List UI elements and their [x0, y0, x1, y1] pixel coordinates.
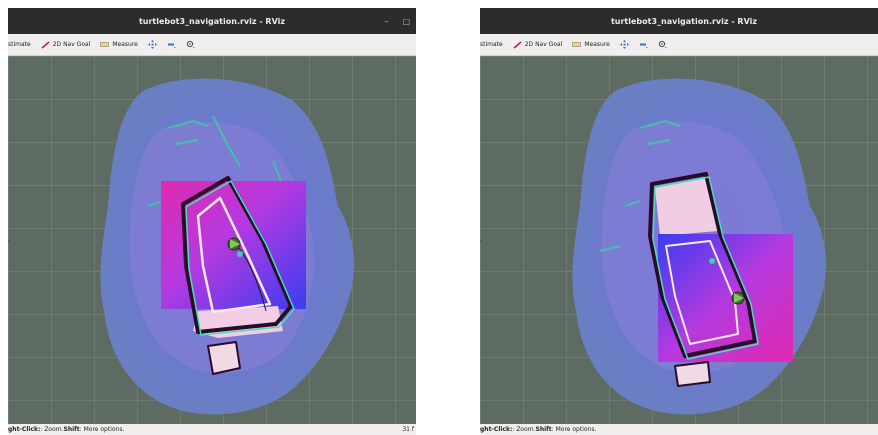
tool-measure[interactable]: Measure: [100, 41, 138, 48]
tool-select[interactable]: [167, 40, 176, 49]
title-bar: turtlebot3_navigation.rviz - RViz –: [480, 8, 878, 34]
nav-goal-arrow-icon: [41, 40, 50, 49]
title-bar: turtlebot3_navigation.rviz - RViz – □: [8, 8, 416, 34]
minimize-icon[interactable]: –: [384, 17, 388, 26]
tool-focus-camera[interactable]: [658, 40, 667, 49]
tool-label: 2D Nav Goal: [524, 41, 563, 48]
window-title: turtlebot3_navigation.rviz - RViz: [610, 16, 758, 26]
tool-label: Measure: [584, 41, 610, 48]
maximize-icon[interactable]: □: [402, 17, 410, 26]
focus-camera-icon: [658, 40, 667, 49]
tool-label: 2D Nav Goal: [52, 41, 91, 48]
3d-render-view[interactable]: ‹: [8, 56, 416, 424]
status-shift: Shift: [535, 426, 552, 433]
status-shift: Shift: [63, 426, 80, 433]
status-prefix: ght-Click:: [480, 426, 513, 433]
tool-2d-nav-goal[interactable]: 2D Nav Goal: [41, 40, 91, 49]
panel-collapse-handle[interactable]: ‹: [480, 238, 482, 245]
select-icon: [639, 43, 648, 49]
tool-move-camera[interactable]: [147, 40, 157, 49]
tools-toolbar: stimate 2D Nav Goal Measure: [8, 34, 416, 56]
focus-camera-icon: [186, 40, 195, 49]
tool-2d-pose-estimate[interactable]: stimate: [8, 41, 31, 48]
select-icon: [167, 43, 176, 49]
status-bar: ght-Click: : Zoom. Shift : More options.: [480, 424, 878, 435]
status-zoom: : Zoom.: [40, 426, 64, 433]
status-zoom: : Zoom.: [512, 426, 536, 433]
tool-2d-nav-goal[interactable]: 2D Nav Goal: [513, 40, 563, 49]
status-prefix: ght-Click:: [8, 426, 41, 433]
status-bar: ght-Click: : Zoom. Shift : More options.…: [8, 424, 416, 435]
tool-focus-camera[interactable]: [186, 40, 195, 49]
move-camera-icon: [619, 40, 629, 49]
tool-label: stimate: [8, 41, 31, 48]
window-title: turtlebot3_navigation.rviz - RViz: [138, 16, 286, 26]
tool-label: Measure: [112, 41, 138, 48]
status-more: : More options.: [551, 426, 597, 433]
tool-measure[interactable]: Measure: [572, 41, 610, 48]
panel-collapse-handle[interactable]: ‹: [8, 238, 10, 245]
robot-marker: [731, 291, 745, 305]
ruler-icon: [572, 42, 582, 47]
robot-marker: [227, 237, 241, 251]
3d-render-view[interactable]: ‹: [480, 56, 878, 424]
rviz-window-right: turtlebot3_navigation.rviz - RViz – stim…: [480, 8, 878, 435]
tool-2d-pose-estimate[interactable]: stimate: [480, 41, 503, 48]
rviz-window-left: turtlebot3_navigation.rviz - RViz – □ st…: [8, 8, 416, 435]
tool-move-camera[interactable]: [619, 40, 629, 49]
tools-toolbar: stimate 2D Nav Goal Measure: [480, 34, 878, 56]
tool-select[interactable]: [639, 40, 648, 49]
status-more: : More options.: [79, 426, 125, 433]
ruler-icon: [100, 42, 110, 47]
tool-label: stimate: [480, 41, 503, 48]
fps-readout: 31 f: [402, 426, 414, 433]
nav-goal-arrow-icon: [513, 40, 522, 49]
move-camera-icon: [147, 40, 157, 49]
